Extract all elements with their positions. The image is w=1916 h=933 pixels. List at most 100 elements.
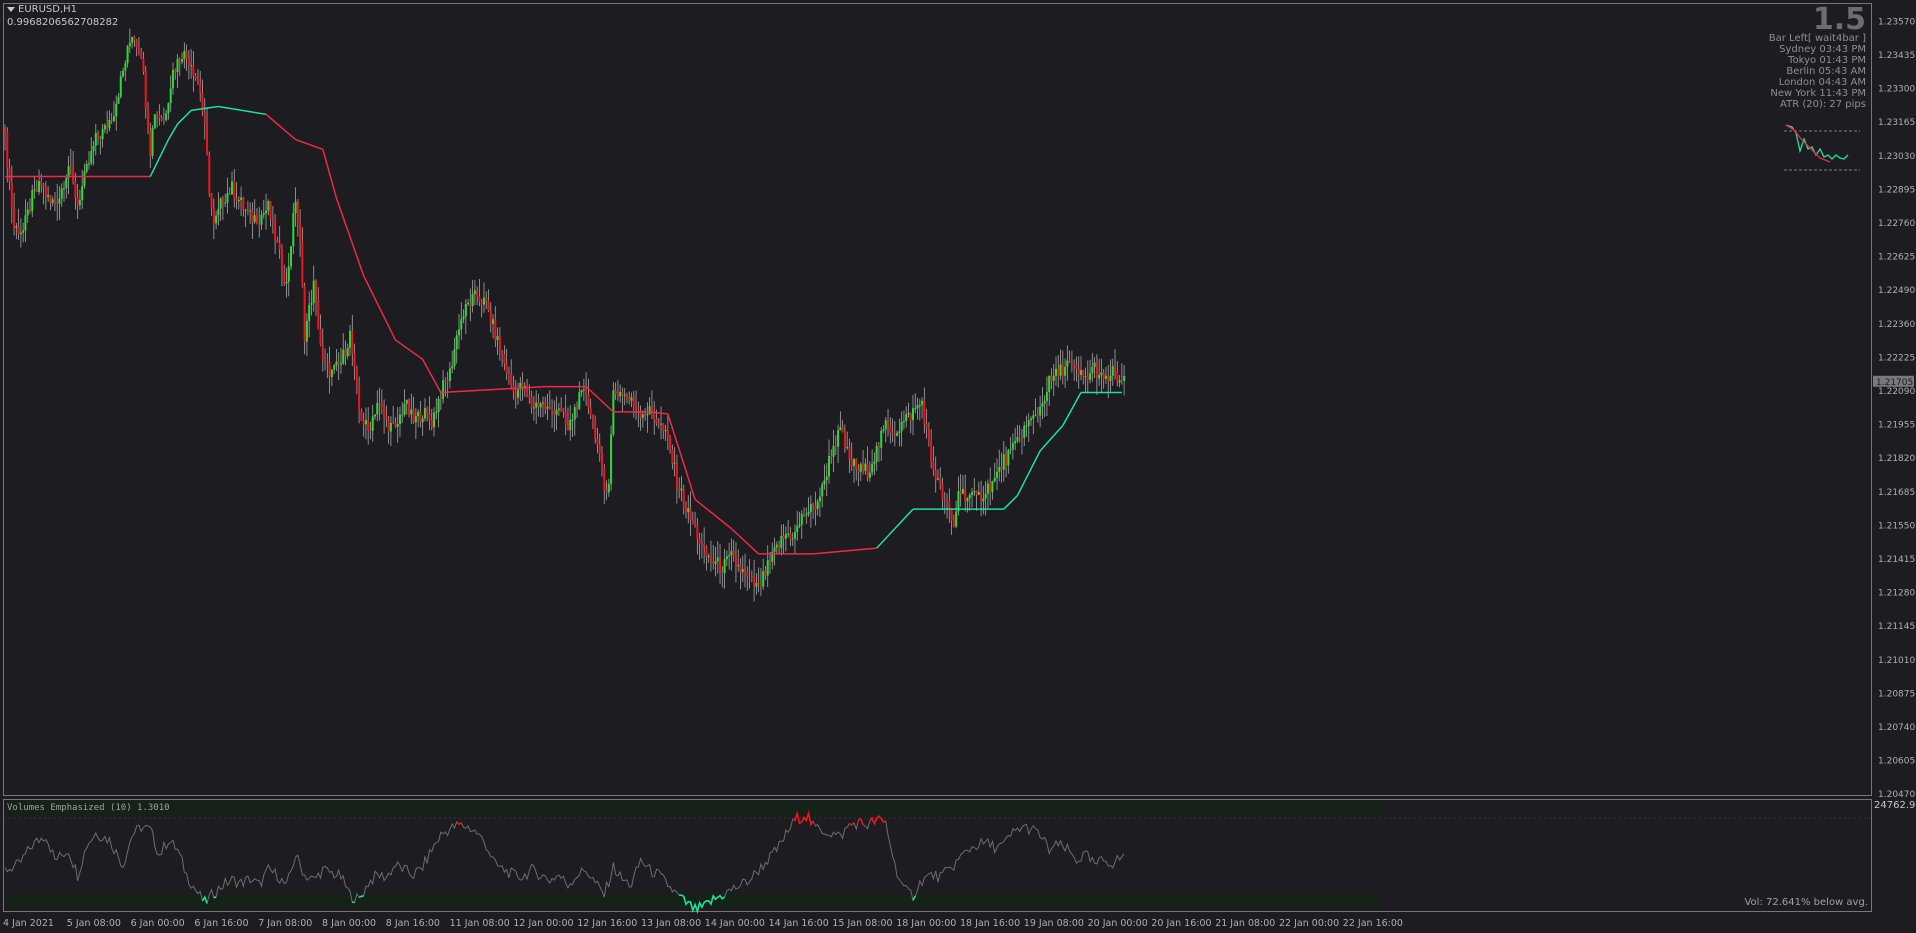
candle-body	[857, 469, 860, 472]
candle-body	[174, 70, 177, 73]
candle-body	[846, 447, 849, 449]
candle-body	[734, 556, 737, 566]
candle-body	[190, 65, 193, 67]
candle-body	[285, 281, 288, 284]
candle-body	[868, 472, 871, 478]
candle-body	[993, 477, 996, 482]
y-tick-label: 1.22360	[1878, 320, 1915, 330]
candle-body	[489, 310, 492, 324]
candle-body	[884, 420, 887, 430]
candle-body	[648, 406, 651, 415]
candle-body	[982, 498, 985, 502]
y-tick-label: 1.20605	[1878, 757, 1915, 767]
candle-body	[691, 519, 694, 523]
candle-body	[142, 58, 145, 72]
candle-body	[1111, 366, 1114, 376]
candle-body	[328, 362, 331, 378]
indicator-top-band	[6, 801, 1379, 815]
y-tick-label: 1.21550	[1878, 521, 1915, 531]
y-tick-label: 1.21145	[1878, 622, 1915, 632]
candle-body	[339, 363, 342, 365]
x-tick-label: 19 Jan 08:00	[1024, 918, 1084, 929]
candle-body	[828, 455, 831, 477]
candle-body	[81, 186, 84, 201]
x-tick-label: 12 Jan 16:00	[577, 918, 637, 929]
candle-body	[303, 286, 306, 342]
trend-line-segment	[422, 359, 442, 393]
candle-body	[750, 576, 753, 578]
candle-body	[855, 458, 858, 470]
tokyo-time: Tokyo 01:43 PM	[1788, 55, 1866, 66]
candle-body	[927, 427, 930, 441]
candle-body	[140, 52, 143, 59]
candle-body	[671, 449, 674, 464]
candle-body	[335, 361, 338, 366]
x-tick-label: 14 Jan 16:00	[769, 918, 829, 929]
candle-body	[108, 119, 111, 129]
candle-body	[337, 361, 340, 365]
candle-body	[221, 198, 224, 204]
candle-body	[753, 577, 756, 587]
candle-body	[696, 525, 699, 540]
candle-body	[580, 390, 583, 393]
candle-body	[510, 374, 513, 386]
candle-body	[262, 213, 265, 215]
candle-body	[412, 409, 415, 423]
candle-body	[60, 188, 63, 199]
candle-body	[900, 421, 903, 432]
candle-body	[562, 408, 565, 412]
candle-body	[185, 50, 188, 58]
candle-body	[35, 189, 38, 193]
candle-body	[122, 70, 125, 77]
candle-body	[31, 190, 34, 212]
candle-body	[405, 399, 408, 404]
candle-body	[374, 414, 377, 417]
candle-body	[13, 207, 16, 228]
atr-label: ATR (20): 27 pips	[1780, 99, 1866, 110]
candle-body	[1064, 366, 1067, 376]
candle-body	[685, 507, 687, 513]
candle-body	[196, 78, 199, 84]
candle-body	[65, 177, 68, 189]
trend-line-segment	[730, 528, 760, 555]
trend-line-segment	[1016, 450, 1041, 496]
candle-body	[698, 539, 701, 544]
candle-body	[889, 426, 892, 433]
candle-body	[986, 483, 989, 494]
candle-body	[1007, 450, 1010, 466]
candle-body	[1025, 425, 1028, 427]
candle-body	[187, 57, 190, 66]
candle-body	[8, 168, 11, 183]
candle-body	[530, 397, 533, 408]
candle-body	[326, 361, 329, 363]
candle-body	[594, 419, 597, 439]
candle-body	[1095, 362, 1098, 379]
candle-body	[28, 209, 31, 212]
candle-body	[353, 353, 356, 367]
candle-body	[923, 400, 926, 425]
candle-body	[1075, 365, 1078, 369]
x-tick-label: 5 Jan 08:00	[67, 918, 121, 929]
y-tick-label: 1.22895	[1878, 185, 1915, 195]
candle-body	[383, 408, 386, 417]
candle-body	[662, 423, 665, 432]
trend-line-segment	[176, 109, 192, 125]
candle-body	[793, 532, 796, 539]
volume-emphasis-segment	[869, 815, 887, 826]
candle-body	[834, 445, 837, 447]
dropdown-triangle-icon[interactable]	[7, 6, 15, 12]
candle-body	[535, 402, 538, 408]
candle-body	[1018, 437, 1021, 439]
symbol-label[interactable]: EURUSD,H1	[7, 4, 77, 15]
candle-body	[653, 413, 656, 420]
candle-body	[607, 483, 610, 493]
candle-body	[898, 431, 901, 433]
y-tick-label: 1.21685	[1878, 488, 1915, 498]
y-tick-label: 1.23300	[1878, 85, 1915, 95]
candle-body	[1079, 370, 1082, 375]
candle-body	[1093, 362, 1096, 368]
candle-body	[1086, 376, 1089, 380]
candle-body	[950, 508, 953, 521]
candle-body	[739, 565, 742, 573]
candle-body	[162, 119, 165, 121]
